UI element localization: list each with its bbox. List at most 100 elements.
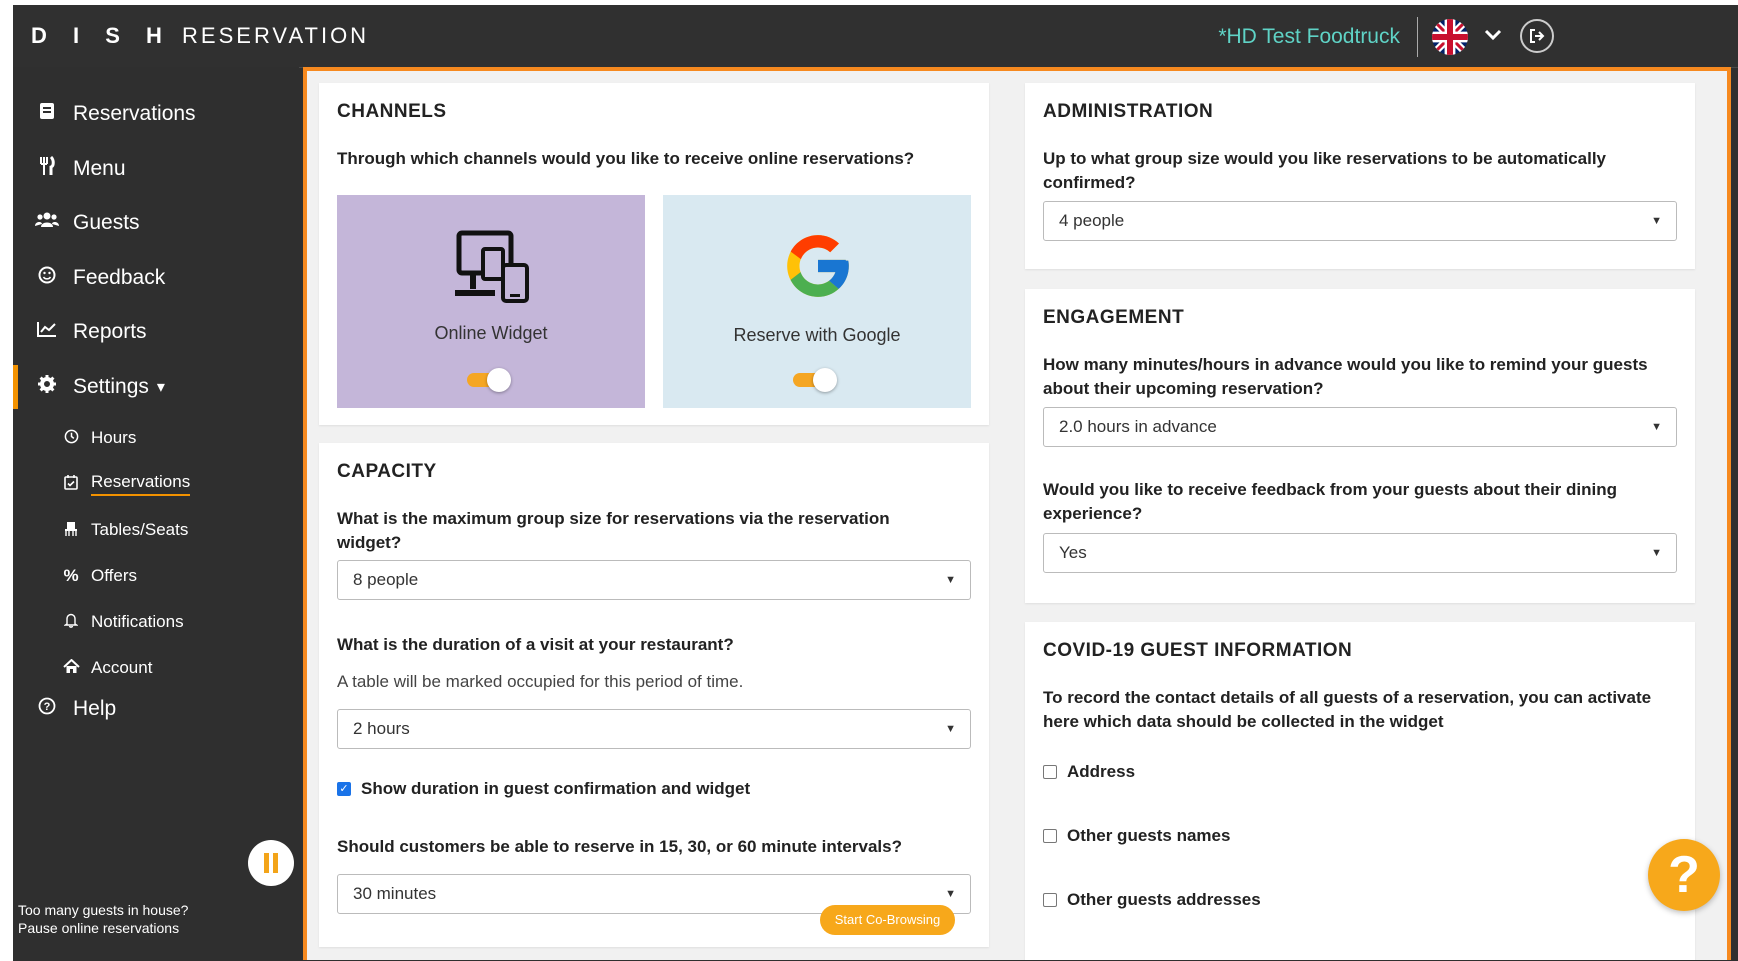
online-widget-toggle[interactable]: [467, 368, 511, 392]
gear-icon: [35, 375, 59, 399]
online-widget-label: Online Widget: [434, 323, 548, 343]
show-duration-checkbox[interactable]: ✓ Show duration in guest confirmation an…: [337, 779, 750, 799]
sidebar-subitem-tables[interactable]: Tables/Seats: [13, 513, 299, 547]
covid-option-label: Address: [1067, 762, 1136, 781]
pause-line-1: Too many guests in house?: [18, 902, 189, 918]
max-group-value: 8 people: [353, 570, 419, 589]
logout-icon[interactable]: [1520, 19, 1554, 53]
brand-rest: RESERVATION: [182, 23, 370, 48]
sidebar-item-label: Help: [73, 697, 117, 720]
checkbox-checked-icon[interactable]: ✓: [337, 782, 351, 796]
sidebar-item-feedback[interactable]: Feedback: [13, 256, 299, 300]
toggle-knob: [813, 368, 837, 392]
sidebar-item-menu[interactable]: Menu: [13, 147, 299, 191]
caret-down-icon: ▼: [1651, 215, 1662, 227]
sidebar-subitem-label: Reservations: [91, 472, 191, 496]
auto-confirm-question: Up to what group size would you like res…: [1043, 149, 1606, 192]
covid-option-label: Other guests addresses: [1067, 890, 1261, 909]
sidebar-subitem-account[interactable]: Account: [13, 651, 299, 685]
brand-bold: D I S H: [31, 23, 172, 48]
top-bar: D I S H RESERVATION *HD Test Foodtruck: [13, 5, 1738, 68]
covid-option-address[interactable]: Address: [1043, 762, 1135, 782]
sidebar-item-label: Menu: [73, 157, 126, 180]
reminder-value: 2.0 hours in advance: [1059, 417, 1217, 436]
clock-icon: [61, 429, 81, 448]
engagement-title: ENGAGEMENT: [1043, 307, 1185, 328]
duration-question: What is the duration of a visit at your …: [337, 635, 734, 654]
sidebar-subitem-label: Offers: [91, 566, 137, 585]
caret-down-icon: ▼: [1651, 421, 1662, 433]
home-icon: [61, 658, 81, 678]
chevron-down-icon[interactable]: [1484, 25, 1502, 46]
start-co-browsing-button[interactable]: Start Co-Browsing: [820, 905, 955, 935]
sidebar-item-reservations[interactable]: Reservations: [13, 92, 299, 136]
covid-option-label: Other guests names: [1067, 826, 1231, 845]
covid-card: COVID-19 GUEST INFORMATION To record the…: [1025, 622, 1695, 960]
help-circle-icon: ?: [35, 697, 59, 721]
sidebar-item-label: Settings: [73, 375, 149, 398]
covid-option-other-names[interactable]: Other guests names: [1043, 826, 1230, 846]
checkbox-unchecked-icon[interactable]: [1043, 893, 1057, 907]
pause-line-2: Pause online reservations: [18, 920, 180, 936]
covid-title: COVID-19 GUEST INFORMATION: [1043, 640, 1353, 661]
sidebar-item-label: Reservations: [73, 102, 196, 125]
sidebar-subitem-hours[interactable]: Hours: [13, 421, 299, 455]
auto-confirm-value: 4 people: [1059, 211, 1125, 230]
max-group-question: What is the maximum group size for reser…: [337, 509, 890, 552]
feedback-question: Would you like to receive feedback from …: [1043, 480, 1618, 523]
smile-icon: [35, 266, 59, 290]
toggle-knob: [487, 368, 511, 392]
sidebar-item-settings[interactable]: Settings ▾: [13, 365, 304, 409]
checkbox-unchecked-icon[interactable]: [1043, 829, 1057, 843]
bell-icon: [61, 613, 81, 632]
channels-question: Through which channels would you like to…: [337, 149, 915, 168]
caret-down-icon: ▾: [156, 379, 165, 396]
svg-text:?: ?: [44, 701, 51, 713]
pause-button[interactable]: [248, 840, 294, 886]
online-widget-tile[interactable]: Online Widget: [337, 195, 645, 408]
devices-icon: [455, 229, 531, 308]
sidebar-item-reports[interactable]: Reports: [13, 310, 299, 354]
sidebar-item-label: Guests: [73, 211, 140, 234]
book-icon: [35, 102, 59, 126]
help-question-icon: ?: [1668, 846, 1700, 904]
checkbox-unchecked-icon[interactable]: [1043, 765, 1057, 779]
reminder-question: How many minutes/hours in advance would …: [1043, 355, 1648, 398]
sidebar-subitem-notifications[interactable]: Notifications: [13, 605, 299, 639]
duration-select[interactable]: 2 hours ▼: [337, 709, 971, 749]
sidebar-subitem-reservations[interactable]: Reservations: [13, 467, 299, 501]
brand-logo[interactable]: D I S H RESERVATION: [31, 23, 369, 49]
sidebar-subitem-offers[interactable]: % Offers: [13, 559, 299, 593]
covid-option-other-addresses[interactable]: Other guests addresses: [1043, 890, 1261, 910]
pause-reservations-text: Too many guests in house? Pause online r…: [18, 901, 188, 937]
users-icon: [35, 212, 59, 234]
help-bubble-button[interactable]: ?: [1648, 839, 1720, 911]
show-duration-label: Show duration in guest confirmation and …: [361, 779, 751, 798]
app-window: D I S H RESERVATION *HD Test Foodtruck R…: [13, 5, 1738, 961]
reserve-with-google-toggle[interactable]: [793, 368, 837, 392]
sidebar: Reservations Menu Guests Feedback Report…: [13, 67, 299, 961]
covid-description: To record the contact details of all gue…: [1043, 688, 1652, 731]
percent-icon: %: [63, 566, 79, 585]
reserve-with-google-tile[interactable]: Reserve with Google: [663, 195, 971, 408]
restaurant-name[interactable]: *HD Test Foodtruck: [1218, 25, 1400, 49]
auto-confirm-select[interactable]: 4 people ▼: [1043, 201, 1677, 241]
sidebar-subitem-label: Tables/Seats: [91, 520, 189, 539]
uk-flag-icon[interactable]: [1432, 19, 1468, 55]
feedback-value: Yes: [1059, 543, 1087, 562]
duration-hint: A table will be marked occupied for this…: [337, 672, 744, 691]
channels-card: CHANNELS Through which channels would yo…: [319, 83, 989, 425]
reminder-select[interactable]: 2.0 hours in advance ▼: [1043, 407, 1677, 447]
caret-down-icon: ▼: [1651, 547, 1662, 559]
header-divider: [1417, 17, 1418, 57]
sidebar-subitem-label: Notifications: [91, 612, 184, 631]
reserve-with-google-label: Reserve with Google: [733, 325, 901, 345]
duration-value: 2 hours: [353, 719, 410, 738]
feedback-select[interactable]: Yes ▼: [1043, 533, 1677, 573]
sidebar-item-guests[interactable]: Guests: [13, 201, 299, 245]
sidebar-subitem-label: Account: [91, 658, 153, 677]
sidebar-item-label: Reports: [73, 320, 147, 343]
max-group-select[interactable]: 8 people ▼: [337, 560, 971, 600]
calendar-check-icon: [61, 474, 81, 494]
sidebar-item-help[interactable]: ? Help: [13, 687, 299, 731]
